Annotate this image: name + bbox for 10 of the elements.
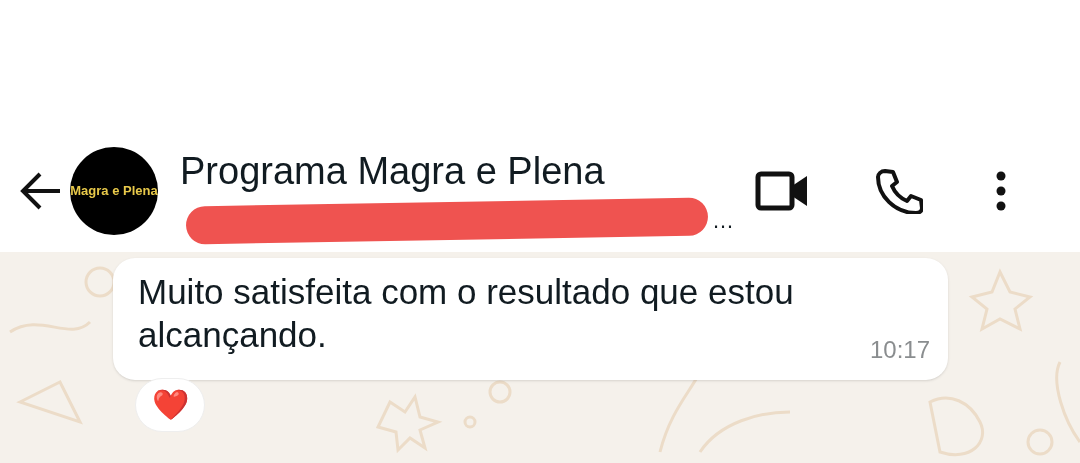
contact-name[interactable]: Programa Magra e Plena [180, 148, 740, 194]
back-icon[interactable] [20, 171, 62, 211]
contact-subtitle: … [712, 208, 734, 234]
message-time: 10:17 [869, 335, 930, 365]
avatar-text: Magra e Plena [70, 182, 158, 201]
phone-icon[interactable] [875, 168, 923, 214]
video-call-icon[interactable] [755, 171, 809, 211]
message-text: Muito satisfeita com o resultado que estou alcançando. [138, 271, 795, 356]
contact-avatar[interactable]: Magra e Plena [70, 147, 158, 235]
more-options-icon[interactable] [995, 171, 1007, 211]
